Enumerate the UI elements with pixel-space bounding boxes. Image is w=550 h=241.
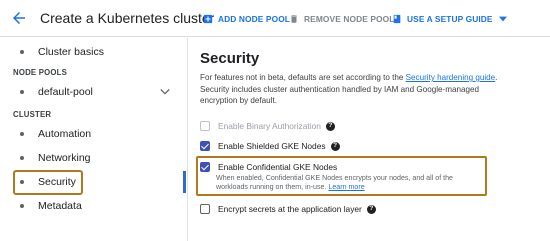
help-circle-icon[interactable]: ? [366,204,376,214]
sidebar-item-networking[interactable]: Networking [0,148,186,168]
section-header-node-pools: NODE POOLS [13,68,67,77]
page-title: Create a Kubernetes cluster [40,10,215,26]
sidebar-item-automation[interactable]: Automation [0,124,186,144]
top-bar: Create a Kubernetes cluster ADD NODE POO… [0,0,550,37]
bullet-icon [20,204,24,208]
binary-authorization-checkbox[interactable] [200,121,210,131]
help-circle-icon[interactable]: ? [330,141,340,151]
security-hardening-guide-link[interactable]: Security hardening guide [406,73,496,82]
sidebar-item-cluster-basics[interactable]: Cluster basics [0,42,186,62]
confidential-nodes-label: Enable Confidential GKE Nodes [218,162,338,172]
sidebar-item-label: Cluster basics [38,46,104,58]
setup-guide-label: USE A SETUP GUIDE [407,14,493,24]
sidebar-item-label: default-pool [38,86,93,98]
arrow-left-icon[interactable] [10,9,28,27]
description-text: For features not in beta, defaults are s… [200,73,406,82]
sidebar-item-default-pool[interactable]: default-pool [0,82,186,102]
bullet-icon [20,132,24,136]
help-circle-icon[interactable]: ? [325,121,335,131]
sidebar-item-label: Automation [38,128,92,140]
shielded-nodes-option: Enable Shielded GKE Nodes ? [200,139,340,153]
sidebar: Cluster basics NODE POOLS default-pool C… [0,38,188,241]
add-box-icon [203,14,213,24]
confidential-nodes-description: When enabled, Confidential GKE Nodes enc… [216,174,484,192]
remove-node-pool-button[interactable]: REMOVE NODE POOL [289,12,394,26]
section-title: Security [200,50,260,67]
book-icon [393,14,401,24]
encrypt-secrets-checkbox[interactable] [200,204,210,214]
bullet-icon [20,90,24,94]
add-node-pool-button[interactable]: ADD NODE POOL [203,12,290,26]
encrypt-secrets-option: Encrypt secrets at the application layer… [200,202,376,216]
add-node-pool-label: ADD NODE POOL [218,14,291,24]
learn-more-link[interactable]: Learn more [328,183,364,191]
confidential-nodes-checkbox[interactable] [200,162,210,172]
sidebar-item-metadata[interactable]: Metadata [0,196,186,216]
trash-icon [291,15,297,23]
chevron-down-icon[interactable] [160,88,170,96]
active-indicator [183,171,186,193]
binary-authorization-option: Enable Binary Authorization ? [200,119,335,133]
confidential-nodes-option: Enable Confidential GKE Nodes [200,160,337,174]
encrypt-secrets-label: Encrypt secrets at the application layer [218,204,362,214]
section-header-cluster: CLUSTER [13,110,52,119]
setup-guide-button[interactable]: USE A SETUP GUIDE [392,12,512,26]
shielded-nodes-label: Enable Shielded GKE Nodes [218,141,326,151]
remove-node-pool-label: REMOVE NODE POOL [304,14,395,24]
shielded-nodes-checkbox[interactable] [200,141,210,151]
main-panel: Security For features not in beta, defau… [188,38,550,241]
sidebar-item-label: Networking [38,152,91,164]
bullet-icon [20,50,24,54]
binary-authorization-label: Enable Binary Authorization [218,121,321,131]
security-highlight-box [13,170,83,195]
sidebar-item-label: Metadata [38,200,82,212]
bullet-icon [20,156,24,160]
security-description: For features not in beta, defaults are s… [200,72,500,107]
chevron-down-icon [498,16,507,22]
